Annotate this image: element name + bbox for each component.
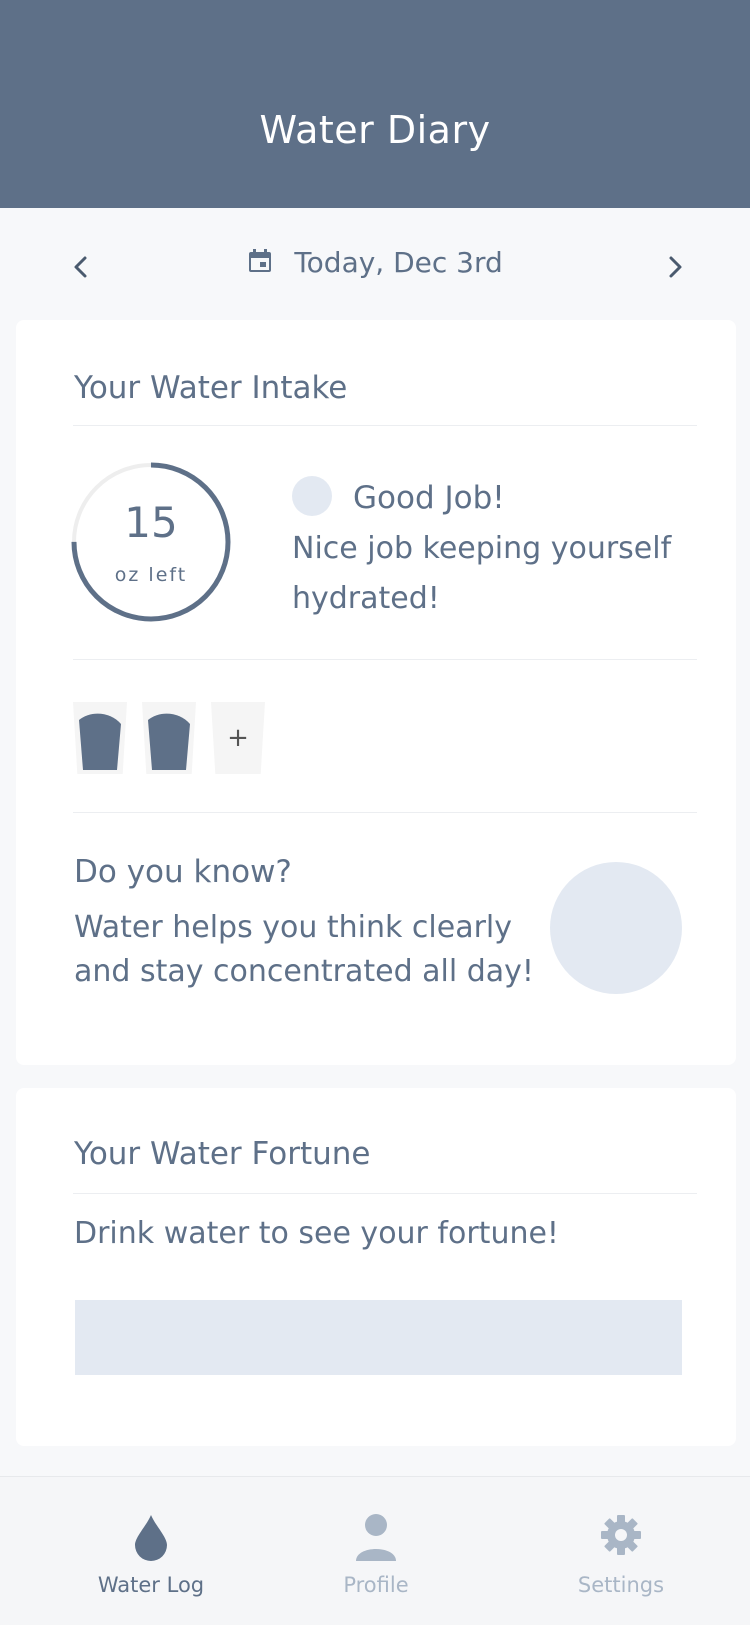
divider	[73, 1193, 697, 1194]
date-label: Today, Dec 3rd	[294, 246, 503, 279]
tab-settings[interactable]: Settings	[521, 1477, 721, 1625]
filled-cup-icon	[79, 713, 121, 770]
next-day-button[interactable]	[660, 252, 690, 282]
tip-illustration	[550, 862, 682, 994]
fortune-card-title: Your Water Fortune	[74, 1136, 371, 1172]
intake-card-title: Your Water Intake	[74, 370, 348, 406]
divider	[73, 659, 697, 660]
tab-label: Profile	[343, 1573, 409, 1597]
calendar-icon	[247, 248, 273, 278]
chevron-right-icon	[669, 256, 682, 278]
fortune-placeholder	[75, 1300, 682, 1375]
status-dot	[292, 476, 332, 516]
water-cup[interactable]	[73, 702, 127, 774]
remaining-unit: oz left	[114, 564, 188, 586]
tab-profile[interactable]: Profile	[276, 1477, 476, 1625]
date-display[interactable]: Today, Dec 3rd	[0, 246, 750, 279]
tab-label: Water Log	[97, 1573, 205, 1597]
fortune-text: Drink water to see your fortune!	[74, 1216, 559, 1251]
divider	[73, 812, 697, 813]
status-title: Good Job!	[353, 480, 505, 516]
person-icon	[276, 1513, 476, 1565]
date-navigator: Today, Dec 3rd	[0, 208, 750, 312]
app-header: Water Diary	[0, 0, 750, 208]
remaining-value: 15	[124, 498, 178, 547]
divider	[73, 425, 697, 426]
bottom-tab-bar: Water Log Profile Settings	[0, 1476, 750, 1625]
gear-icon	[521, 1513, 721, 1565]
tip-text: Water helps you think clearly and stay c…	[74, 910, 534, 989]
add-cup-button[interactable]: +	[211, 702, 265, 774]
filled-cup-icon	[148, 713, 190, 770]
water-intake-card: Your Water Intake 15 oz left Good Job! N…	[16, 320, 736, 1065]
water-fortune-card: Your Water Fortune Drink water to see yo…	[16, 1088, 736, 1446]
water-cup[interactable]	[142, 702, 196, 774]
water-drop-icon	[51, 1513, 251, 1565]
status-message: Nice job keeping yourself hydrated!	[292, 531, 672, 616]
tab-water-log[interactable]: Water Log	[51, 1477, 251, 1625]
tab-label: Settings	[577, 1573, 665, 1597]
tip-title: Do you know?	[74, 854, 292, 890]
page-title: Water Diary	[259, 108, 491, 152]
